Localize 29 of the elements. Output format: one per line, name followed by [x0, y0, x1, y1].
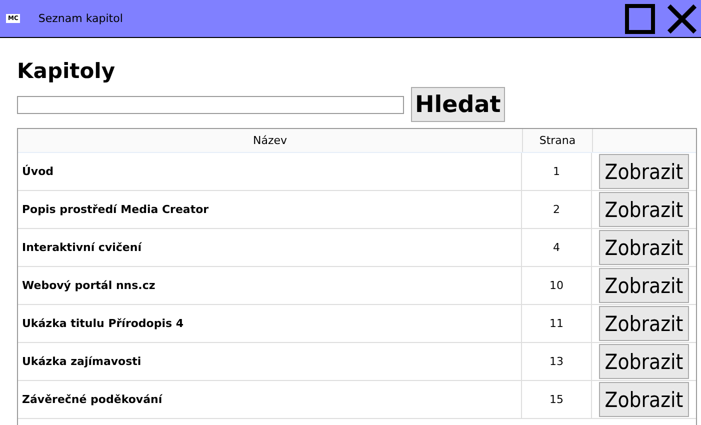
maximize-icon[interactable]	[625, 4, 655, 34]
chapter-name: Popis prostředí Media Creator	[18, 191, 522, 228]
chapter-name: Úvod	[18, 153, 522, 190]
show-button[interactable]: Zobrazit	[599, 306, 689, 341]
show-button[interactable]: Zobrazit	[599, 192, 689, 227]
page-number: 10	[522, 267, 592, 304]
chapter-name: Ukázka titulu Přírodopis 4	[18, 305, 522, 342]
show-button[interactable]: Zobrazit	[599, 268, 689, 303]
show-button[interactable]: Zobrazit	[599, 344, 689, 379]
show-button[interactable]: Zobrazit	[599, 382, 689, 417]
window-title: Seznam kapitol	[38, 12, 124, 25]
page-heading: Kapitoly	[17, 58, 116, 84]
page-number: 1	[522, 153, 592, 190]
column-header: Strana	[523, 129, 593, 152]
chapter-name: Webový portál nns.cz	[18, 267, 522, 304]
show-button[interactable]: Zobrazit	[599, 230, 689, 265]
page-number: 4	[522, 229, 592, 266]
chapter-name: Interaktivní cvičení	[18, 229, 522, 266]
chapter-name: Ukázka zajímavosti	[18, 343, 522, 380]
chapter-name: Závěrečné poděkování	[18, 381, 522, 418]
column-header: Název	[18, 129, 523, 152]
close-icon[interactable]	[667, 4, 697, 34]
page-number: 2	[522, 191, 592, 228]
page-number: 13	[522, 343, 592, 380]
search-field[interactable]	[17, 96, 404, 114]
page-number: 11	[522, 305, 592, 342]
search-button[interactable]: Hledat	[411, 87, 505, 122]
show-button[interactable]: Zobrazit	[599, 154, 689, 189]
page-number: 15	[522, 381, 592, 418]
